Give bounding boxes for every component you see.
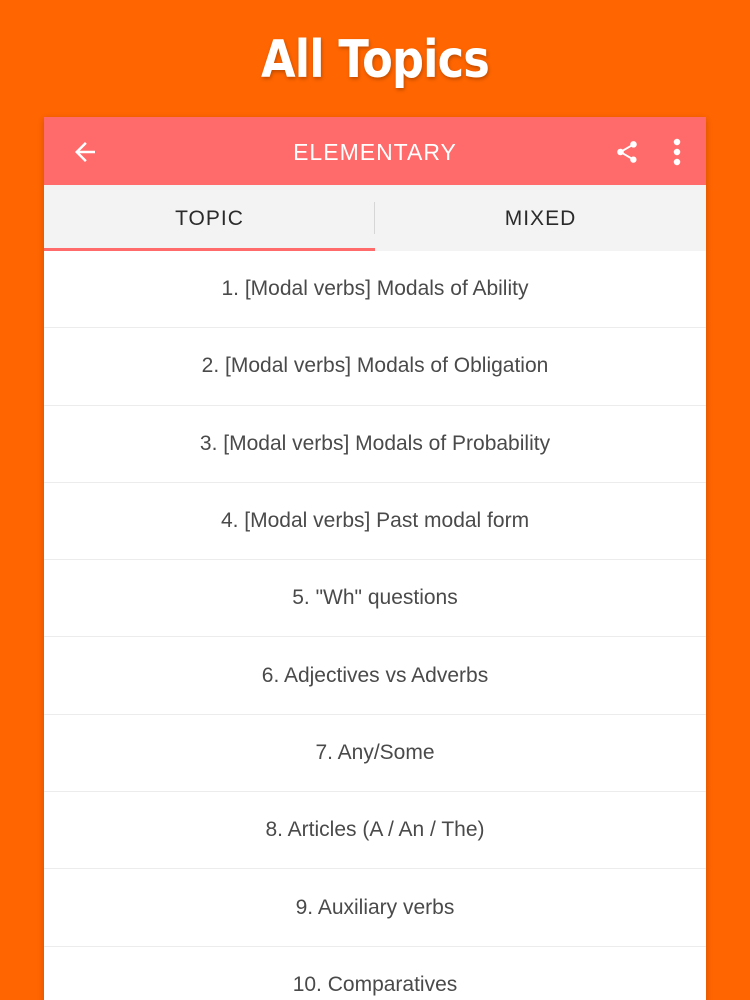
topic-item[interactable]: 3. [Modal verbs] Modals of Probability: [44, 406, 706, 483]
topic-item[interactable]: 9. Auxiliary verbs: [44, 869, 706, 947]
more-vertical-icon[interactable]: [670, 137, 684, 167]
tab-topic[interactable]: TOPIC: [44, 185, 375, 251]
topic-item[interactable]: 10. Comparatives: [44, 947, 706, 1000]
app-bar: ELEMENTARY: [44, 117, 706, 185]
topic-item[interactable]: 4. [Modal verbs] Past modal form: [44, 483, 706, 561]
arrow-left-icon[interactable]: [70, 137, 100, 167]
topic-item[interactable]: 2. [Modal verbs] Modals of Obligation: [44, 328, 706, 406]
tab-mixed[interactable]: MIXED: [375, 185, 706, 251]
topic-item[interactable]: 1. [Modal verbs] Modals of Ability: [44, 251, 706, 329]
topic-item[interactable]: 6. Adjectives vs Adverbs: [44, 637, 706, 715]
app-screen: ELEMENTARY TOPIC MIXED 1. [Modal verbs] …: [44, 117, 706, 1000]
topic-list: 1. [Modal verbs] Modals of Ability 2. [M…: [44, 251, 706, 1000]
topic-item[interactable]: 5. "Wh" questions: [44, 560, 706, 638]
topic-item[interactable]: 7. Any/Some: [44, 715, 706, 793]
app-bar-title: ELEMENTARY: [293, 139, 457, 165]
promo-headline: All Topics: [260, 30, 490, 90]
tab-bar: TOPIC MIXED: [44, 185, 706, 251]
share-icon[interactable]: [614, 138, 640, 166]
topic-item[interactable]: 8. Articles (A / An / The): [44, 792, 706, 870]
